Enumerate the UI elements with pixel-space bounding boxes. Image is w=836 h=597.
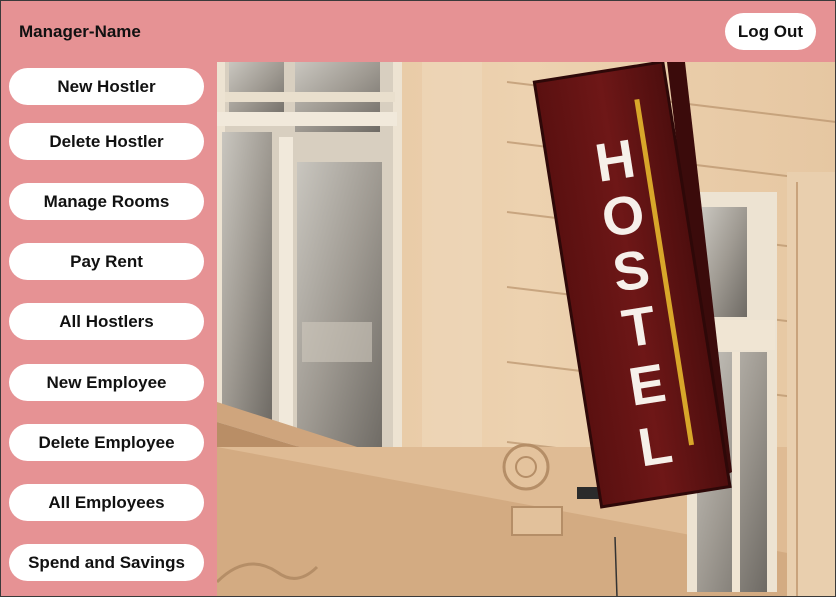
delete-hostler-button[interactable]: Delete Hostler	[9, 123, 204, 160]
all-employees-button[interactable]: All Employees	[9, 484, 204, 521]
delete-employee-button[interactable]: Delete Employee	[9, 424, 204, 461]
logout-button[interactable]: Log Out	[725, 13, 816, 50]
top-bar: Manager-Name Log Out	[0, 0, 836, 62]
pay-rent-button[interactable]: Pay Rent	[9, 243, 204, 280]
spend-and-savings-button[interactable]: Spend and Savings	[9, 544, 204, 581]
new-hostler-button[interactable]: New Hostler	[9, 68, 204, 105]
manage-rooms-button[interactable]: Manage Rooms	[9, 183, 204, 220]
hostel-photo: H O S T E L	[217, 62, 836, 597]
new-employee-button[interactable]: New Employee	[9, 364, 204, 401]
sidebar-nav: New Hostler Delete Hostler Manage Rooms …	[0, 62, 217, 597]
manager-name: Manager-Name	[19, 22, 141, 41]
all-hostlers-button[interactable]: All Hostlers	[9, 303, 204, 340]
